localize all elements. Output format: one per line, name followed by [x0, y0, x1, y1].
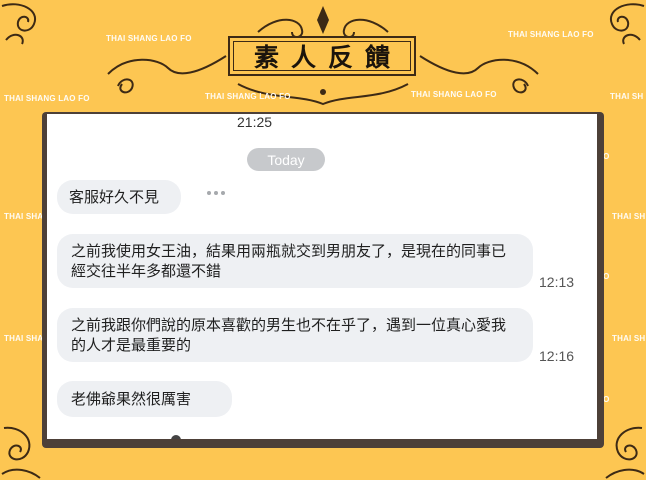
message-bubble[interactable]: 老佛爺果然很厲害 [57, 381, 232, 417]
watermark: THAI SHANG LAO FO [411, 90, 497, 99]
date-separator: Today [247, 148, 325, 171]
title-banner: 素人反饋 [228, 36, 416, 76]
message-bubble[interactable]: 之前我跟你們說的原本喜歡的男生也不在乎了，遇到一位真心愛我的人才是最重要的 [57, 308, 533, 362]
watermark: THAI SH [612, 334, 646, 343]
watermark: THAI SH [610, 92, 644, 101]
ornament-swirl-icon [609, 3, 645, 45]
page-title: 素人反饋 [253, 43, 402, 72]
avatar [171, 435, 181, 439]
status-time: 21:25 [237, 114, 273, 130]
watermark: THAI SHANG LAO FO [205, 92, 291, 101]
chat-screen: 21:25 Today 客服好久不見 之前我使用女王油，結果用兩瓶就交到男朋友了… [47, 114, 597, 439]
message-time: 12:16 [539, 348, 575, 364]
watermark: THAI SHANG LAO FO [4, 94, 90, 103]
message-bubble[interactable]: 客服好久不見 [57, 180, 181, 214]
message-time: 12:13 [539, 274, 575, 290]
more-icon [207, 191, 225, 195]
watermark: THAI SH [612, 212, 646, 221]
watermark: THAI SHANG LAO FO [106, 34, 192, 43]
watermark: THAI SHANG LAO FO [508, 30, 594, 39]
message-text: 老佛爺果然很厲害 [71, 390, 192, 408]
message-bubble[interactable]: 之前我使用女王油，結果用兩瓶就交到男朋友了，是現在的同事已經交往半年多都還不錯 [57, 234, 533, 288]
ornament-swirl-icon [1, 3, 37, 45]
message-text: 客服好久不見 [69, 188, 160, 206]
watermark: THAI SHA [4, 334, 44, 343]
message-text: 之前我跟你們說的原本喜歡的男生也不在乎了，遇到一位真心愛我的人才是最重要的 [71, 316, 507, 354]
message-text: 之前我使用女王油，結果用兩瓶就交到男朋友了，是現在的同事已經交往半年多都還不錯 [71, 242, 507, 280]
